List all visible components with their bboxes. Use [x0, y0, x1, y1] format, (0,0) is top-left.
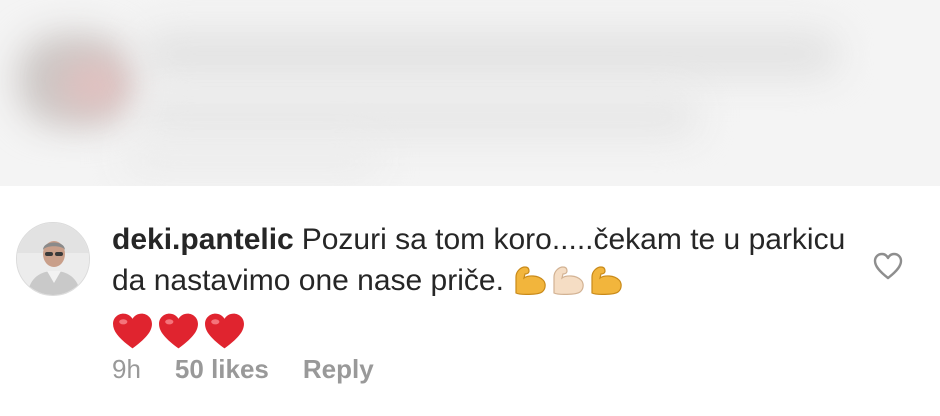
- blurred-text-line: [140, 30, 840, 78]
- flexed-biceps-icon: [550, 263, 586, 306]
- red-heart-icon: [205, 313, 244, 349]
- red-heart-icon: [113, 313, 152, 349]
- blurred-text-line: [140, 95, 700, 139]
- blurred-text-line: [120, 145, 380, 177]
- avatar-photo: [17, 223, 89, 295]
- red-heart-icon: [159, 313, 198, 349]
- like-heart-icon[interactable]: [872, 251, 904, 281]
- reply-button[interactable]: Reply: [303, 352, 374, 386]
- blurred-avatar-detail: [60, 60, 130, 110]
- flexed-biceps-icon: [512, 263, 548, 306]
- blurred-previous-comment: [0, 0, 940, 186]
- comment-username[interactable]: deki.pantelic: [112, 223, 294, 256]
- avatar[interactable]: [16, 222, 90, 296]
- flexed-biceps-icon: [588, 263, 624, 306]
- comment-timestamp[interactable]: 9h: [112, 352, 141, 386]
- likes-count[interactable]: 50 likes: [175, 352, 269, 386]
- comment-meta: 9h 50 likes Reply: [112, 352, 408, 386]
- comment-body: deki.pantelic Pozuri sa tom koro.....čeka…: [112, 219, 852, 350]
- heart-emoji-row: [112, 306, 852, 350]
